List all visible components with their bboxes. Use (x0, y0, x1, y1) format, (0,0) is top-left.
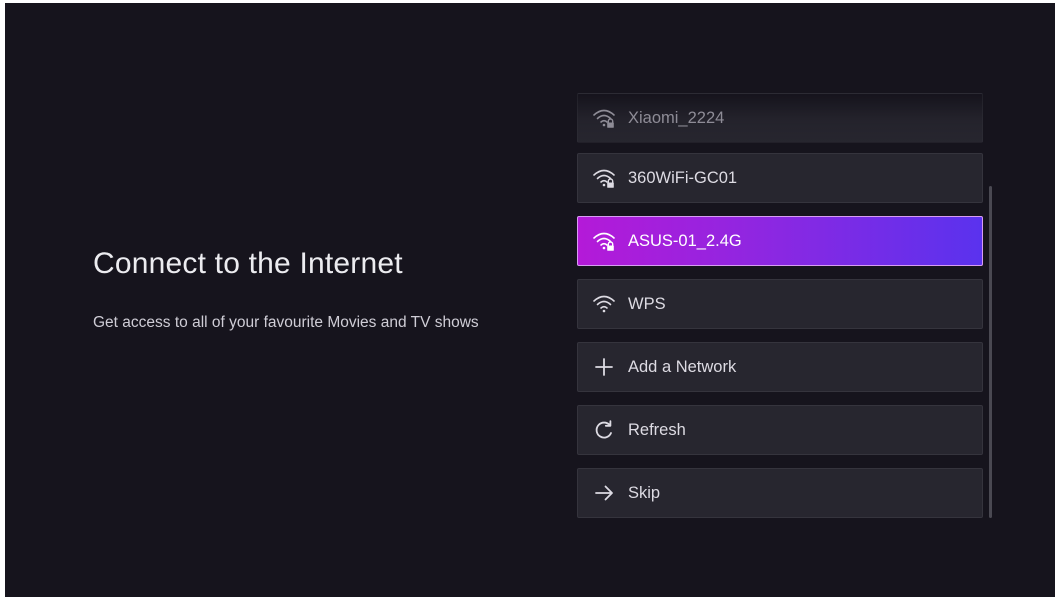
skip-button[interactable]: Skip (577, 468, 983, 518)
skip-label: Skip (628, 483, 661, 502)
network-label: 360WiFi-GC01 (628, 168, 738, 187)
network-item-xiaomi-2224[interactable]: Xiaomi_2224 (577, 93, 983, 143)
page-subtitle: Get access to all of your favourite Movi… (93, 314, 479, 331)
add-network-label: Add a Network (628, 357, 737, 376)
network-label: ASUS-01_2.4G (628, 231, 742, 250)
wifi-lock-icon (592, 229, 616, 253)
scrollbar[interactable] (989, 186, 992, 518)
refresh-label: Refresh (628, 420, 686, 439)
wifi-lock-icon (592, 106, 616, 130)
network-label: Xiaomi_2224 (628, 108, 725, 127)
wifi-lock-icon (592, 166, 616, 190)
plus-icon (592, 355, 616, 379)
add-network-button[interactable]: Add a Network (577, 342, 983, 392)
refresh-button[interactable]: Refresh (577, 405, 983, 455)
refresh-icon (592, 418, 616, 442)
wps-button[interactable]: WPS (577, 279, 983, 329)
wps-label: WPS (628, 294, 666, 313)
network-item-360wifi-gc01[interactable]: 360WiFi-GC01 (577, 153, 983, 203)
setup-screen: Connect to the Internet Get access to al… (5, 3, 1055, 597)
arrow-right-icon (592, 481, 616, 505)
network-item-asus-01-2-4g[interactable]: ASUS-01_2.4G (577, 216, 983, 266)
network-list[interactable]: Xiaomi_2224 360WiFi-GC01 ASUS-01_2.4G WP… (577, 3, 983, 597)
page-title: Connect to the Internet (93, 247, 403, 280)
intro-panel: Connect to the Internet Get access to al… (93, 247, 513, 332)
wifi-icon (592, 292, 616, 316)
